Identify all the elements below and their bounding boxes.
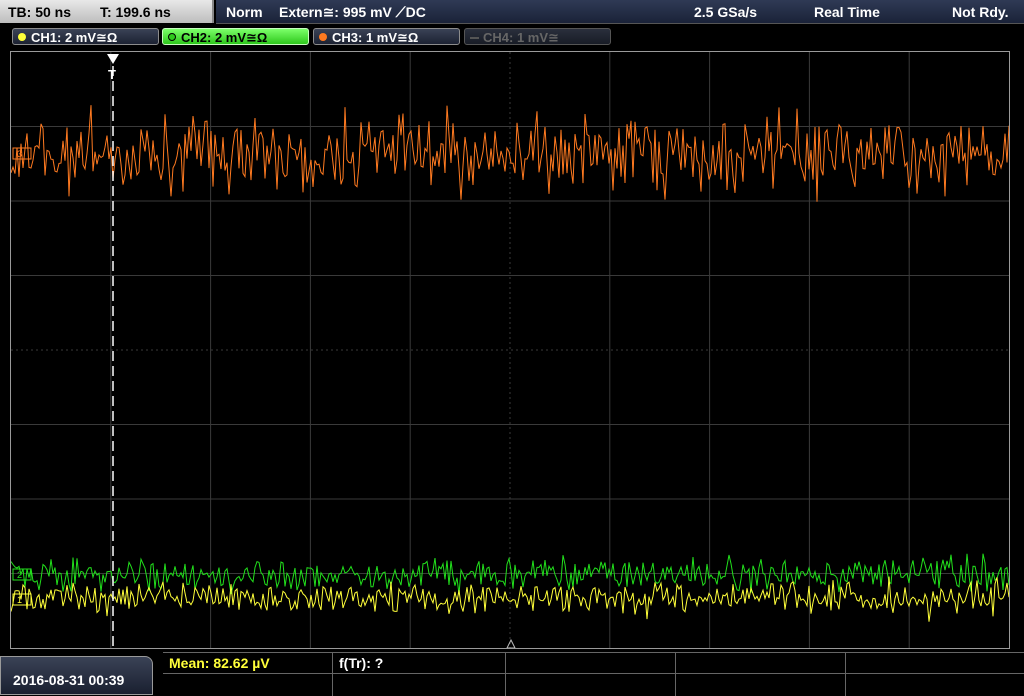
measurement-frequency[interactable]: f(Tr): ? xyxy=(333,653,506,674)
status-bar: TB: 50 ns T: 199.6 ns Norm Extern≅: 995 … xyxy=(0,0,1024,24)
trigger-time-value: T: 199.6 ns xyxy=(100,4,171,20)
waveform-canvas[interactable]: T 3 2 1 xyxy=(11,52,1009,648)
ch3-marker-text: 3 xyxy=(17,149,22,159)
run-state: Not Rdy. xyxy=(952,4,1009,20)
acquisition-strip[interactable]: Norm Extern≅: 995 mV ⟋DC 2.5 GSa/s Real … xyxy=(216,0,1024,24)
channel-tab-ch1[interactable]: CH1: 2 mV≅Ω xyxy=(12,28,159,45)
ch3-color-dot xyxy=(319,33,327,41)
timebase-box[interactable]: TB: 50 ns T: 199.6 ns xyxy=(0,0,214,23)
channel-tab-ch3[interactable]: CH3: 1 mV≅Ω xyxy=(313,28,460,45)
measurement-slot-8[interactable] xyxy=(506,674,676,696)
measurement-slot-9[interactable] xyxy=(676,674,846,696)
ch4-label: CH4: 1 mV≅ xyxy=(483,30,559,45)
measurement-slot-4[interactable] xyxy=(676,653,846,674)
measurement-slot-10[interactable] xyxy=(846,674,1024,696)
ch4-color-dot xyxy=(470,37,479,39)
sample-rate: 2.5 GSa/s xyxy=(694,4,758,20)
ch1-marker-text: 1 xyxy=(17,595,22,605)
waveform-display[interactable]: T 3 2 1 xyxy=(10,51,1010,649)
ch1-label: CH1: 2 mV≅Ω xyxy=(31,30,118,45)
timebase-value: TB: 50 ns xyxy=(8,4,72,20)
ch2-marker-text: 2 xyxy=(17,570,22,580)
measurement-slot-3[interactable] xyxy=(506,653,676,674)
datetime-text: 2016-08-31 00:39 xyxy=(13,672,125,688)
graticule xyxy=(11,52,1009,648)
measurement-table: Mean: 82.62 µV f(Tr): ? xyxy=(163,652,1024,696)
measurement-slot-5[interactable] xyxy=(846,653,1024,674)
center-position-icon xyxy=(506,638,516,648)
ch1-color-dot xyxy=(18,33,26,41)
trigger-source: Extern≅: 995 mV ⟋DC xyxy=(279,4,426,20)
channel-tab-ch4[interactable]: CH4: 1 mV≅ xyxy=(464,28,611,45)
measurement-slot-7[interactable] xyxy=(333,674,506,696)
ch2-label: CH2: 2 mV≅Ω xyxy=(181,30,268,45)
channel-bar: CH1: 2 mV≅Ω CH2: 2 mV≅Ω CH3: 1 mV≅Ω CH4:… xyxy=(0,25,1024,49)
acquisition-mode: Real Time xyxy=(814,4,880,20)
channel-tab-ch2[interactable]: CH2: 2 mV≅Ω xyxy=(162,28,309,45)
ch3-label: CH3: 1 mV≅Ω xyxy=(332,30,419,45)
trigger-mode: Norm xyxy=(226,4,263,20)
measurement-mean[interactable]: Mean: 82.62 µV xyxy=(163,653,333,674)
measurement-slot-6[interactable] xyxy=(163,674,333,696)
trigger-marker-label: T xyxy=(108,67,116,82)
trigger-arrow-icon[interactable] xyxy=(107,54,119,64)
datetime-box: 2016-08-31 00:39 xyxy=(0,656,153,695)
ch2-color-dot xyxy=(168,33,176,41)
